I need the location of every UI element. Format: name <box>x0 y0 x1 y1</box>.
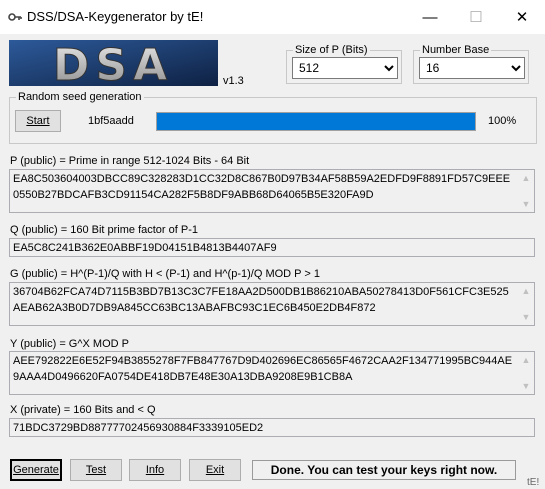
y-scroll-down-icon[interactable]: ▼ <box>520 380 532 392</box>
credit-label: tE! <box>527 477 540 488</box>
y-field[interactable]: AEE792822E6E52F94B3855278F7FB847767D9D40… <box>9 351 535 395</box>
g-scroll-down-icon[interactable]: ▼ <box>520 311 532 323</box>
start-button[interactable]: Start <box>15 110 61 132</box>
q-field[interactable]: EA5C8C241B362E0ABBF19D04151B4813B4407AF9 <box>9 238 535 257</box>
x-value: 71BDC3729BD88777702456930884F3339105ED2 <box>13 422 264 434</box>
g-label: G (public) = H^(P-1)/Q with H < (P-1) an… <box>10 268 320 280</box>
info-button[interactable]: Info <box>129 459 181 481</box>
p-scroll-down-icon[interactable]: ▼ <box>520 198 532 210</box>
y-value: AEE792822E6E52F94B3855278F7FB847767D9D40… <box>13 355 513 383</box>
seed-progress-bar <box>156 112 476 131</box>
minimize-button[interactable]: — <box>407 0 453 34</box>
exit-button[interactable]: Exit <box>189 459 241 481</box>
close-button[interactable]: ✕ <box>499 0 545 34</box>
g-scroll-up-icon[interactable]: ▲ <box>520 285 532 297</box>
size-of-p-legend: Size of P (Bits) <box>295 44 368 56</box>
title-bar: DSS/DSA-Keygenerator by tE! — ☐ ✕ <box>0 0 545 34</box>
y-scroll-up-icon[interactable]: ▲ <box>520 354 532 366</box>
maximize-button: ☐ <box>469 9 483 26</box>
size-of-p-select[interactable]: 512 <box>292 57 398 79</box>
info-button-label: Info <box>145 464 165 476</box>
svg-text:DSA: DSA <box>53 40 173 86</box>
number-base-select[interactable]: 16 <box>419 57 525 79</box>
q-value: EA5C8C241B362E0ABBF19D04151B4813B4407AF9 <box>13 242 277 254</box>
seed-progress-text: 100% <box>488 115 517 127</box>
number-base-legend: Number Base <box>422 44 490 56</box>
random-seed-legend: Random seed generation <box>18 91 142 103</box>
generate-button-label: Generate <box>13 464 59 476</box>
x-field[interactable]: 71BDC3729BD88777702456930884F3339105ED2 <box>9 418 535 437</box>
key-icon <box>8 13 22 21</box>
g-value: 36704B62FCA74D7115B3BD7B13C3C7FE18AA2D50… <box>13 286 509 314</box>
seed-progress-fill <box>157 113 475 130</box>
start-button-label: Start <box>26 115 50 127</box>
version-label: v1.3 <box>223 75 244 87</box>
g-field[interactable]: 36704B62FCA74D7115B3BD7B13C3C7FE18AA2D50… <box>9 282 535 326</box>
test-button[interactable]: Test <box>70 459 122 481</box>
p-label: P (public) = Prime in range 512-1024 Bit… <box>10 155 250 167</box>
window-title: DSS/DSA-Keygenerator by tE! <box>27 9 204 24</box>
y-label: Y (public) = G^X MOD P <box>10 338 129 350</box>
exit-button-label: Exit <box>205 464 225 476</box>
seed-value: 1bf5aadd <box>88 115 134 127</box>
dsa-logo-image: DSA <box>9 40 218 86</box>
p-field[interactable]: EA8C503604003DBCC89C328283D1CC32D8C867B0… <box>9 169 535 213</box>
p-value: EA8C503604003DBCC89C328283D1CC32D8C867B0… <box>13 173 511 201</box>
q-label: Q (public) = 160 Bit prime factor of P-1 <box>10 224 198 236</box>
x-label: X (private) = 160 Bits and < Q <box>10 404 156 416</box>
status-message: Done. You can test your keys right now. <box>252 460 516 480</box>
test-button-label: Test <box>85 464 107 476</box>
p-scroll-up-icon[interactable]: ▲ <box>520 172 532 184</box>
dsa-logo: DSA <box>9 40 218 86</box>
generate-button[interactable]: Generate <box>10 459 62 481</box>
